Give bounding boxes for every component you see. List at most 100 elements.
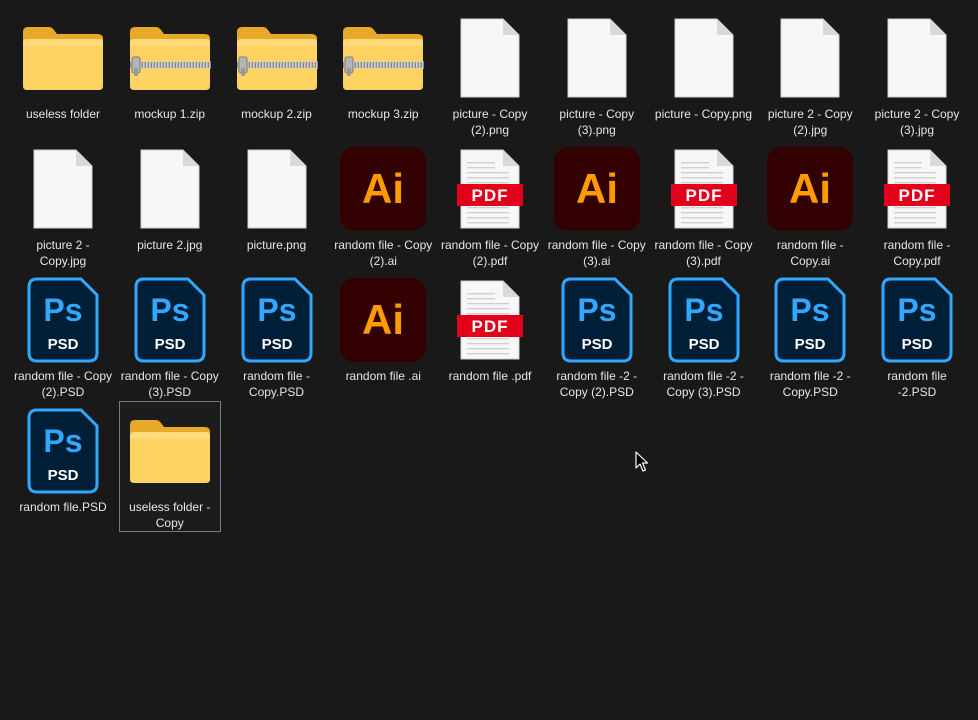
blank-file-icon (764, 12, 856, 104)
file-item[interactable]: picture - Copy (2).png (439, 8, 541, 139)
file-item[interactable]: Ps PSD random file -2 - Copy (2).PSD (546, 270, 648, 401)
file-item[interactable]: picture 2 - Copy (3).jpg (866, 8, 968, 139)
photoshop-icon: Ps PSD (231, 274, 323, 366)
file-item[interactable]: mockup 1.zip (119, 8, 221, 139)
file-name-label: mockup 1.zip (134, 107, 206, 121)
icon-glyph-text: PSD (688, 336, 719, 353)
file-item[interactable]: Ai random file .ai (332, 270, 434, 401)
file-item[interactable]: Ps PSD random file -2.PSD (866, 270, 968, 401)
file-item[interactable]: Ps PSD random file -2 - Copy.PSD (759, 270, 861, 401)
icon-glyph-text: Ps (43, 423, 82, 459)
folder-icon (17, 12, 109, 104)
icon-glyph-text: PSD (48, 467, 79, 484)
illustrator-icon: Ai (764, 143, 856, 235)
file-name-label: random file -2 - Copy.PSD (769, 369, 851, 399)
icon-glyph-text: Ps (257, 292, 296, 328)
file-name-label: useless folder - Copy (129, 500, 211, 530)
icon-glyph-text: PDF (899, 186, 936, 205)
blank-file-icon (871, 12, 963, 104)
file-item[interactable]: Ps PSD random file - Copy.PSD (226, 270, 328, 401)
photoshop-icon: Ps PSD (17, 274, 109, 366)
icon-glyph-text: Ai (362, 296, 404, 343)
photoshop-icon: Ps PSD (17, 405, 109, 497)
file-item[interactable]: picture 2.jpg (119, 139, 221, 270)
icon-glyph-text: PSD (902, 336, 933, 353)
file-item[interactable]: Ps PSD random file -2 - Copy (3).PSD (653, 270, 755, 401)
file-item[interactable]: Ai random file - Copy.ai (759, 139, 861, 270)
file-name-label: picture 2 - Copy.jpg (36, 238, 90, 268)
file-item[interactable]: PDF random file - Copy (3).pdf (653, 139, 755, 270)
icon-glyph-text: Ai (789, 165, 831, 212)
file-name-label: random file - Copy (3).ai (547, 238, 646, 268)
photoshop-icon: Ps PSD (124, 274, 216, 366)
icon-glyph-text: PDF (472, 317, 509, 336)
file-item[interactable]: PDF random file .pdf (439, 270, 541, 401)
file-explorer-view[interactable]: useless folder mockup 1.zip mockup 2.zip mo… (0, 0, 978, 720)
file-item[interactable]: mockup 3.zip (332, 8, 434, 139)
file-item[interactable]: PDF random file - Copy.pdf (866, 139, 968, 270)
blank-file-icon (444, 12, 536, 104)
file-item[interactable]: Ps PSD random file - Copy (3).PSD (119, 270, 221, 401)
file-name-label: random file -2 - Copy (3).PSD (663, 369, 744, 399)
file-item[interactable]: picture 2 - Copy (2).jpg (759, 8, 861, 139)
pdf-icon: PDF (658, 143, 750, 235)
folder-icon (124, 405, 216, 497)
icon-glyph-text: Ps (43, 292, 82, 328)
file-item[interactable]: useless folder (12, 8, 114, 139)
file-name-label: mockup 3.zip (347, 107, 419, 121)
file-name-label: random file -2.PSD (887, 369, 947, 399)
file-name-label: picture 2.jpg (137, 238, 203, 252)
zip-folder-icon (124, 12, 216, 104)
photoshop-icon: Ps PSD (871, 274, 963, 366)
icon-glyph-text: Ai (362, 165, 404, 212)
file-grid: useless folder mockup 1.zip mockup 2.zip mo… (12, 8, 973, 532)
mouse-cursor-icon (635, 451, 649, 472)
file-name-label: picture.png (246, 238, 307, 252)
icon-glyph-text: Ps (150, 292, 189, 328)
file-name-label: random file .pdf (448, 369, 532, 383)
icon-glyph-text: PSD (795, 336, 826, 353)
file-item[interactable]: picture 2 - Copy.jpg (12, 139, 114, 270)
file-name-label: random file - Copy (2).pdf (440, 238, 540, 268)
icon-glyph-text: Ps (684, 292, 723, 328)
zip-folder-icon (337, 12, 429, 104)
file-item[interactable]: Ai random file - Copy (2).ai (332, 139, 434, 270)
icon-glyph-text: PSD (48, 336, 79, 353)
icon-glyph-text: PSD (581, 336, 612, 353)
file-name-label: picture 2 - Copy (2).jpg (767, 107, 853, 137)
file-name-label: random file .ai (345, 369, 421, 383)
file-item[interactable]: picture - Copy (3).png (546, 8, 648, 139)
icon-glyph-text: Ai (576, 165, 618, 212)
file-name-label: picture - Copy (2).png (452, 107, 528, 137)
blank-file-icon (658, 12, 750, 104)
blank-file-icon (231, 143, 323, 235)
icon-glyph-text: Ps (897, 292, 936, 328)
file-item[interactable]: picture - Copy.png (653, 8, 755, 139)
file-name-label: picture 2 - Copy (3).jpg (874, 107, 960, 137)
photoshop-icon: Ps PSD (551, 274, 643, 366)
photoshop-icon: Ps PSD (658, 274, 750, 366)
illustrator-icon: Ai (551, 143, 643, 235)
file-name-label: random file.PSD (19, 500, 107, 514)
blank-file-icon (124, 143, 216, 235)
file-name-label: useless folder (25, 107, 101, 121)
file-name-label: random file - Copy (2).PSD (13, 369, 113, 399)
icon-glyph-text: PSD (261, 336, 292, 353)
file-item[interactable]: PDF random file - Copy (2).pdf (439, 139, 541, 270)
file-item[interactable]: picture.png (226, 139, 328, 270)
file-name-label: picture - Copy.png (654, 107, 753, 121)
pdf-icon: PDF (444, 143, 536, 235)
file-item[interactable]: useless folder - Copy (118, 401, 221, 532)
file-name-label: picture - Copy (3).png (559, 107, 635, 137)
icon-glyph-text: Ps (577, 292, 616, 328)
file-item[interactable]: mockup 2.zip (226, 8, 328, 139)
file-name-label: random file - Copy (2).ai (334, 238, 433, 268)
file-item[interactable]: Ps PSD random file.PSD (12, 401, 114, 532)
file-item[interactable]: Ps PSD random file - Copy (2).PSD (12, 270, 114, 401)
blank-file-icon (551, 12, 643, 104)
icon-glyph-text: PSD (154, 336, 185, 353)
icon-glyph-text: PDF (685, 186, 722, 205)
file-item[interactable]: Ai random file - Copy (3).ai (546, 139, 648, 270)
blank-file-icon (17, 143, 109, 235)
file-name-label: mockup 2.zip (241, 107, 312, 121)
